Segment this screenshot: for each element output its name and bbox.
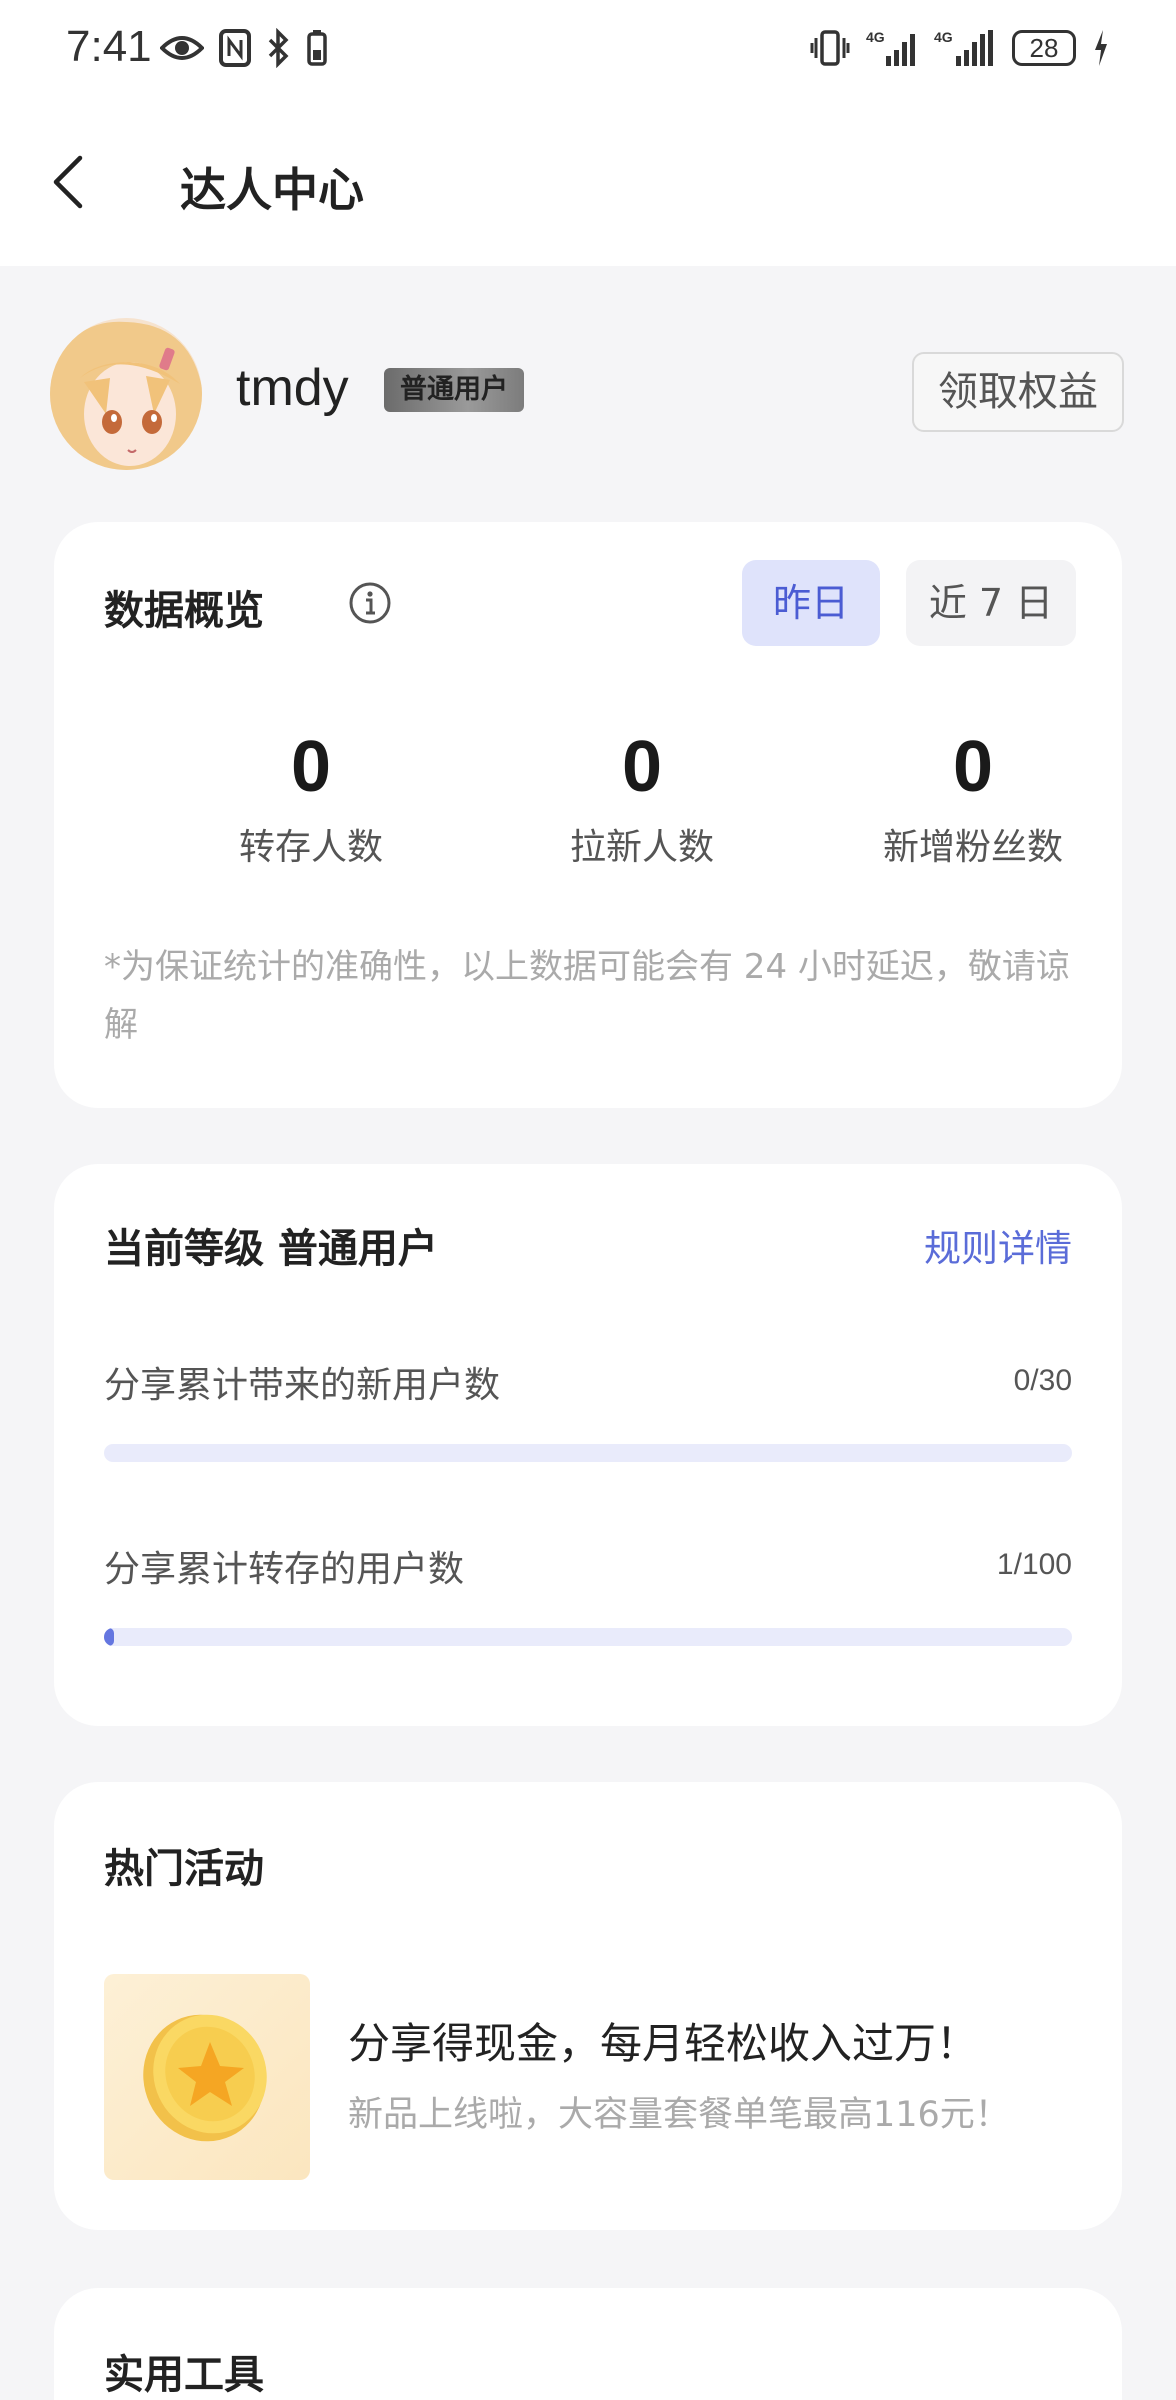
claim-benefits-button[interactable]: 领取权益 xyxy=(912,352,1124,432)
activity-thumbnail xyxy=(104,1974,310,2180)
nfc-icon xyxy=(219,29,251,67)
activity-title: 分享得现金，每月轻松收入过万！ xyxy=(348,2019,979,2068)
level-card: 当前等级 普通用户 规则详情 分享累计带来的新用户数 0/30 分享累计转存的用… xyxy=(54,1164,1122,1726)
info-icon[interactable] xyxy=(348,581,392,625)
progress-count: 0/30 xyxy=(1013,1364,1072,1397)
activity-subtitle: 新品上线啦，大容量套餐单笔最高116元！ xyxy=(348,2095,1010,2135)
stat-value: 0 xyxy=(290,727,332,807)
hot-activities-card: 热门活动 分享得现金，每月轻松收入过万！ 新品上线啦，大容量套餐单笔最高116元… xyxy=(54,1782,1122,2230)
battery-small-icon xyxy=(307,30,327,66)
battery-icon: 28 xyxy=(1012,30,1076,66)
rules-detail-link[interactable]: 规则详情 xyxy=(924,1218,1072,1272)
stat-new-followers: 0 新增粉丝数 xyxy=(808,722,1138,870)
activities-title: 热门活动 xyxy=(104,1846,264,1892)
progress-label: 分享累计带来的新用户数 xyxy=(104,1365,501,1406)
data-overview-card: 数据概览 昨日 近 7 日 0 转存人数 0 拉新人数 0 新增粉丝数 *为保证… xyxy=(54,522,1122,1108)
svg-text:4G: 4G xyxy=(934,29,953,45)
progress-count: 1/100 xyxy=(996,1548,1072,1581)
overview-title: 数据概览 xyxy=(104,588,264,634)
page-title: 达人中心 xyxy=(180,163,364,217)
progress-fill xyxy=(104,1628,114,1646)
tools-title: 实用工具 xyxy=(104,2352,264,2398)
data-delay-note: *为保证统计的准确性，以上数据可能会有 24 小时延迟，敬请谅解 xyxy=(104,947,1070,1045)
top-nav: 达人中心 xyxy=(0,100,1176,266)
signal-4g-icon: 4G xyxy=(934,29,993,66)
tools-card: 实用工具 xyxy=(54,2288,1122,2400)
tab-yesterday[interactable]: 昨日 xyxy=(742,560,880,646)
stat-label: 新增粉丝数 xyxy=(882,827,1063,868)
progress-bar-new-users xyxy=(104,1444,1072,1462)
profile-row: tmdy 普通用户 领取权益 xyxy=(0,300,1176,480)
back-arrow-icon[interactable] xyxy=(48,154,88,210)
progress-label: 分享累计转存的用户数 xyxy=(104,1549,465,1590)
stat-new-users: 0 拉新人数 xyxy=(477,722,807,870)
gold-coin-icon xyxy=(143,2014,267,2142)
user-level-badge: 普通用户 xyxy=(384,368,524,412)
vibrate-icon xyxy=(810,30,850,66)
status-bar: 7:41 4G 4G 28 xyxy=(0,0,1176,100)
svg-text:4G: 4G xyxy=(866,29,885,45)
level-title: 当前等级 普通用户 xyxy=(104,1226,438,1272)
signal-4g-icon: 4G xyxy=(866,29,915,66)
eye-icon xyxy=(160,36,204,60)
charging-icon xyxy=(1095,30,1107,66)
stat-saves: 0 转存人数 xyxy=(146,722,476,870)
avatar[interactable] xyxy=(50,318,202,470)
status-time: 7:41 xyxy=(66,22,152,71)
tab-last-7-days[interactable]: 近 7 日 xyxy=(906,560,1076,646)
bluetooth-icon xyxy=(268,28,289,68)
stat-label: 转存人数 xyxy=(238,827,383,868)
username: tmdy xyxy=(236,359,349,417)
progress-bar-saves xyxy=(104,1628,1072,1646)
stat-value: 0 xyxy=(621,727,663,807)
stat-value: 0 xyxy=(952,727,994,807)
stat-label: 拉新人数 xyxy=(569,827,714,868)
